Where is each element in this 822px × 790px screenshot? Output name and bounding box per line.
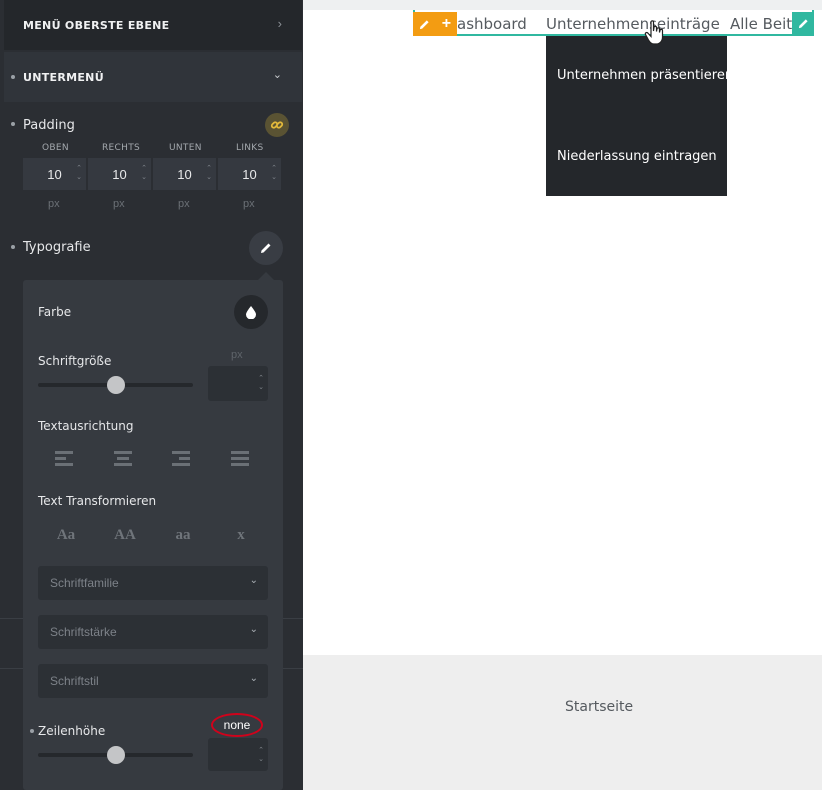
font-weight-select[interactable]: Schriftstärke ⌄ xyxy=(38,615,268,649)
padding-bottom-value: 10 xyxy=(177,166,192,182)
chevron-down-icon: ⌄ xyxy=(249,624,258,635)
font-size-slider-thumb[interactable] xyxy=(106,376,125,394)
menu-edit-toolbar: + xyxy=(413,12,457,36)
section-top-menu-label: MENÜ OBERSTE EBENE xyxy=(23,18,170,32)
site-footer: Startseite xyxy=(303,655,822,790)
font-size-label: Schriftgröße xyxy=(38,354,112,368)
transform-capitalize-button[interactable]: Aa xyxy=(46,527,86,544)
line-height-label: Zeilenhöhe xyxy=(38,724,106,738)
padding-top-unit: px xyxy=(48,198,60,210)
pencil-icon[interactable] xyxy=(419,19,430,30)
chevron-down-icon: ⌄ xyxy=(249,673,258,684)
padding-header-top: OBEN xyxy=(42,143,69,153)
padding-right-unit: px xyxy=(113,198,125,210)
transform-none-button[interactable]: x xyxy=(221,527,261,544)
nav-item-all-posts-wrap: Alle Beitra xyxy=(730,15,792,34)
stepper-icon[interactable]: ⌃ ⌄ xyxy=(141,164,147,182)
menu-settings-edit-button[interactable] xyxy=(792,12,814,34)
padding-label: Padding xyxy=(23,118,75,133)
bullet-icon xyxy=(11,75,15,79)
typography-popover: Farbe Schriftgröße px ⌃ ⌄ Textausrichtung… xyxy=(23,280,283,790)
stepper-icon[interactable]: ⌃ ⌄ xyxy=(258,746,264,764)
padding-right-input[interactable]: 10 ⌃ ⌄ xyxy=(88,158,151,190)
padding-left-value: 10 xyxy=(242,166,257,182)
align-center-icon[interactable] xyxy=(114,451,132,467)
bullet-icon xyxy=(11,122,15,126)
padding-header-bottom: UNTEN xyxy=(169,143,202,153)
color-label: Farbe xyxy=(38,305,72,319)
padding-bottom-input[interactable]: 10 ⌃ ⌄ xyxy=(153,158,216,190)
chevron-down-icon: ⌄ xyxy=(272,69,282,81)
stepper-icon[interactable]: ⌃ ⌄ xyxy=(76,164,82,182)
preview-top-strip xyxy=(303,0,822,10)
customizer-sidebar: MENÜ OBERSTE EBENE › UNTERMENÜ ⌄ Padding… xyxy=(0,0,303,790)
padding-header-left: LINKS xyxy=(236,143,264,153)
stepper-icon[interactable]: ⌃ ⌄ xyxy=(271,164,277,182)
typography-label: Typografie xyxy=(23,240,91,255)
section-submenu-label: UNTERMENÜ xyxy=(23,70,104,84)
padding-top-value: 10 xyxy=(47,166,62,182)
footer-home-link[interactable]: Startseite xyxy=(565,699,633,715)
chevron-right-icon: › xyxy=(277,16,282,31)
submenu-item-present-company[interactable]: Unternehmen präsentieren xyxy=(557,68,733,83)
chevron-down-icon: ⌄ xyxy=(249,575,258,586)
bullet-icon xyxy=(11,245,15,249)
stepper-icon[interactable]: ⌃ ⌄ xyxy=(258,374,264,392)
font-family-placeholder: Schriftfamilie xyxy=(50,576,119,590)
line-height-annotation-text: none xyxy=(223,718,251,732)
align-justify-icon[interactable] xyxy=(231,451,249,467)
padding-left-input[interactable]: 10 ⌃ ⌄ xyxy=(218,158,281,190)
line-height-slider-thumb[interactable] xyxy=(106,746,125,764)
align-left-icon[interactable] xyxy=(55,451,73,467)
font-family-select[interactable]: Schriftfamilie ⌄ xyxy=(38,566,268,600)
font-weight-placeholder: Schriftstärke xyxy=(50,625,117,639)
pencil-icon xyxy=(798,18,808,28)
edit-typography-button[interactable] xyxy=(249,231,283,265)
popover-arrow xyxy=(258,272,274,280)
nav-item-company-entries[interactable]: Unternehmenseinträge xyxy=(546,15,720,33)
padding-header-right: RECHTS xyxy=(102,143,141,153)
color-picker-button[interactable] xyxy=(234,295,268,329)
align-right-icon[interactable] xyxy=(172,451,190,467)
stepper-icon[interactable]: ⌃ ⌄ xyxy=(206,164,212,182)
text-align-label: Textausrichtung xyxy=(38,419,134,433)
link-values-button[interactable] xyxy=(265,113,289,137)
hand-cursor-icon xyxy=(644,20,664,45)
bullet-icon xyxy=(30,729,34,733)
transform-uppercase-button[interactable]: AA xyxy=(105,527,145,544)
transform-lowercase-button[interactable]: aa xyxy=(163,527,203,544)
nav-item-dashboard[interactable]: ashboard xyxy=(457,15,527,33)
font-size-unit: px xyxy=(231,349,243,361)
font-style-placeholder: Schriftstil xyxy=(50,674,99,688)
padding-bottom-unit: px xyxy=(178,198,190,210)
droplet-icon xyxy=(246,305,256,319)
text-transform-label: Text Transformieren xyxy=(38,494,157,508)
nav-submenu-dropdown: Unternehmen präsentieren Niederlassung e… xyxy=(546,36,733,196)
nav-item-all-posts[interactable]: Alle Beitra xyxy=(730,15,792,33)
link-icon xyxy=(270,121,284,129)
padding-top-input[interactable]: 10 ⌃ ⌄ xyxy=(23,158,86,190)
padding-left-unit: px xyxy=(243,198,255,210)
padding-right-value: 10 xyxy=(112,166,127,182)
section-top-menu[interactable]: MENÜ OBERSTE EBENE › xyxy=(4,0,302,50)
pencil-icon xyxy=(261,243,271,253)
font-size-input[interactable]: ⌃ ⌄ xyxy=(208,366,268,401)
section-submenu[interactable]: UNTERMENÜ ⌄ xyxy=(4,52,302,102)
plus-icon[interactable]: + xyxy=(442,16,451,32)
line-height-input[interactable]: ⌃ ⌄ xyxy=(208,738,268,771)
line-height-annotation: none xyxy=(211,713,263,737)
font-style-select[interactable]: Schriftstil ⌄ xyxy=(38,664,268,698)
submenu-item-register-branch[interactable]: Niederlassung eintragen xyxy=(557,149,717,164)
